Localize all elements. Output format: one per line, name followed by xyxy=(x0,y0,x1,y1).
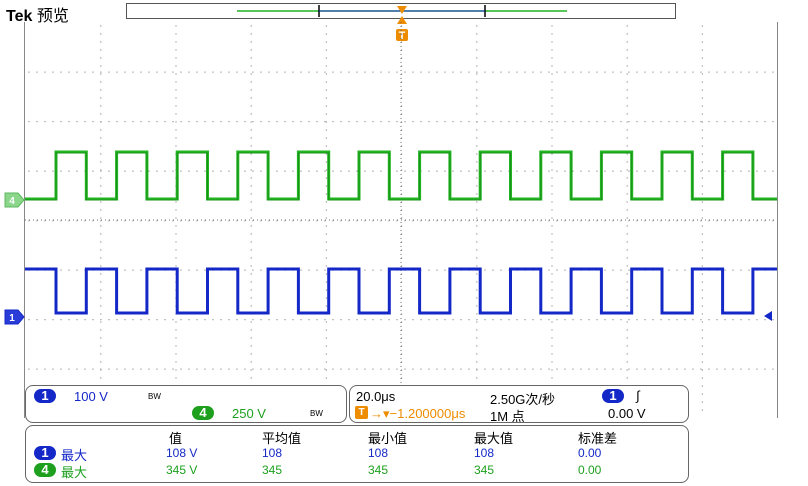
col-header-mean: 平均值 xyxy=(262,431,302,446)
ch4-marker-label: 4 xyxy=(9,196,15,207)
ch4-waveform-noise xyxy=(25,152,777,201)
row1-min: 108 xyxy=(368,446,389,460)
row2-std: 0.00 xyxy=(578,463,602,477)
ch4-waveform xyxy=(25,150,777,201)
timebase-value[interactable]: 20.0μs xyxy=(356,389,395,404)
row2-mean: 345 xyxy=(262,463,283,477)
row1-badge: 1 xyxy=(34,446,56,460)
row2-badge: 4 xyxy=(34,463,56,477)
ch4-badge[interactable]: 4 xyxy=(192,406,214,420)
trigger-source-badge[interactable]: 1 xyxy=(602,389,624,403)
trigger-level[interactable]: 0.00 V xyxy=(608,406,646,421)
col-header-max: 最大值 xyxy=(474,431,514,446)
col-header-value: 值 xyxy=(169,431,183,446)
row1-value: 108 V xyxy=(166,446,198,460)
trigger-position-value[interactable]: →▾−1.200000μs xyxy=(370,406,465,422)
ch1-marker-label: 1 xyxy=(9,313,15,324)
horizontal-trigger-panel: 20.0μs 2.50G次/秒 1 ∫ T →▾−1.200000μs 1M 点… xyxy=(349,385,689,424)
row1-std: 0.00 xyxy=(578,446,602,460)
ch1-ground-marker[interactable]: 1 xyxy=(4,309,26,325)
row1-mean: 108 xyxy=(262,446,283,460)
ch4-ground-marker[interactable]: 4 xyxy=(4,192,26,208)
measurements-panel: 值 平均值 最小值 最大值 标准差 1 最大 108 V 108 108 108… xyxy=(25,425,689,483)
rising-edge-icon[interactable]: ∫ xyxy=(636,388,640,403)
trigger-level-marker[interactable] xyxy=(762,310,774,322)
ch4-scale[interactable]: 250 V xyxy=(232,406,266,421)
row2-label: 最大 xyxy=(61,465,88,480)
trigger-position-icon: T xyxy=(355,406,368,419)
waveform-canvas xyxy=(25,22,777,418)
ch1-badge[interactable]: 1 xyxy=(34,389,56,403)
col-header-min: 最小值 xyxy=(368,431,408,446)
waveform-display[interactable] xyxy=(24,22,778,418)
vertical-settings-panel: 1 100 V BW 4 250 V BW xyxy=(25,385,347,423)
row2-min: 345 xyxy=(368,463,389,477)
record-length: 1M 点 xyxy=(490,409,525,424)
ch1-bandwidth-indicator: BW xyxy=(148,392,161,401)
col-header-std: 标准差 xyxy=(578,431,618,446)
ch1-scale[interactable]: 100 V xyxy=(74,389,108,404)
ch4-bandwidth-indicator: BW xyxy=(310,409,323,418)
row1-max: 108 xyxy=(474,446,495,460)
row2-max: 345 xyxy=(474,463,495,477)
row2-value: 345 V xyxy=(166,463,198,477)
